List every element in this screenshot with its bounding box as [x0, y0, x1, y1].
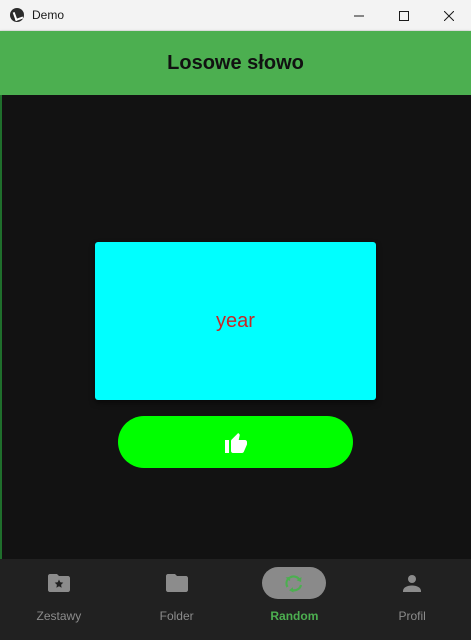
nav-label-folder: Folder [159, 609, 194, 623]
maximize-icon [398, 10, 409, 21]
bottom-navigation: Zestawy Folder Random Profil [0, 559, 471, 640]
left-edge-divider [0, 95, 2, 559]
close-button[interactable] [426, 0, 471, 31]
minimize-icon [353, 15, 364, 16]
kivy-icon [10, 8, 24, 22]
window-titlebar: Demo [0, 0, 471, 31]
page-title: Losowe słowo [167, 51, 304, 74]
nav-label-zestawy: Zestawy [36, 609, 82, 623]
maximize-button[interactable] [381, 0, 426, 31]
like-button[interactable] [118, 416, 353, 468]
folder-icon [165, 574, 188, 592]
minimize-button[interactable] [336, 0, 381, 31]
nav-label-profil: Profil [398, 609, 426, 623]
nav-label-random: Random [270, 609, 319, 623]
folder-star-icon [47, 574, 70, 592]
close-icon [443, 10, 454, 21]
nav-item-profil[interactable]: Profil [353, 559, 471, 640]
app-bar: Losowe słowo [0, 31, 471, 95]
word-card[interactable]: year [95, 242, 376, 400]
nav-item-zestawy[interactable]: Zestawy [0, 559, 118, 640]
window-controls [336, 0, 471, 31]
recycle-icon [285, 575, 303, 593]
nav-item-random[interactable]: Random [236, 559, 354, 640]
window-title: Demo [32, 8, 65, 22]
thumb-up-icon [224, 433, 247, 453]
account-icon [403, 575, 422, 592]
random-word: year [216, 309, 255, 332]
nav-item-folder[interactable]: Folder [118, 559, 236, 640]
